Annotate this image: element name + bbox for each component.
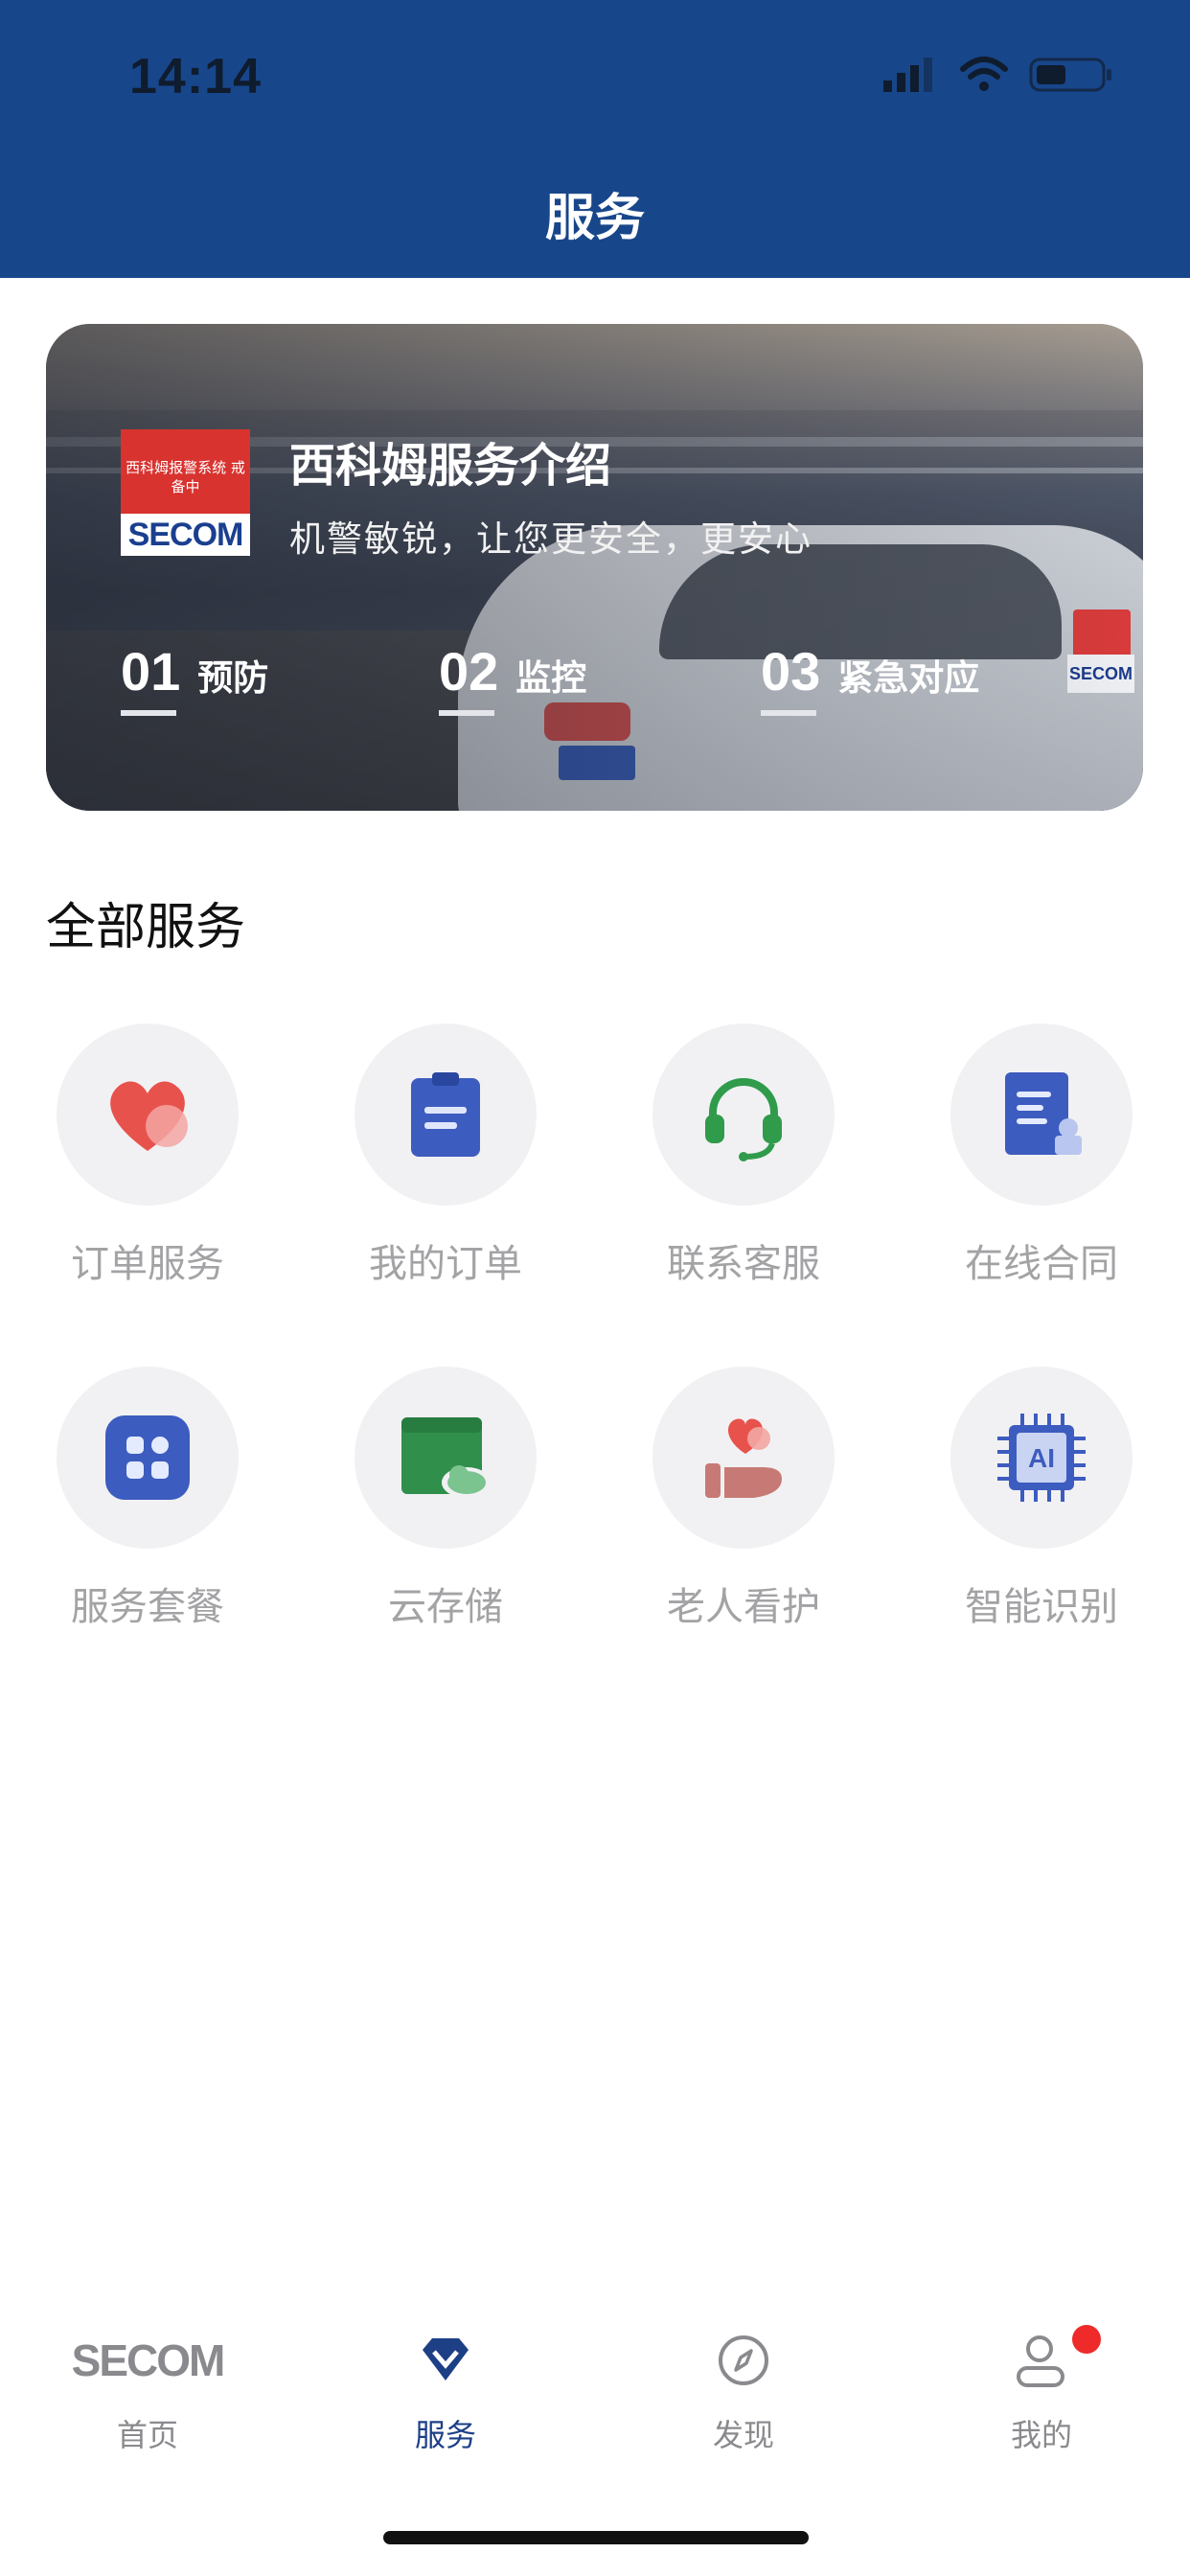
service-icon-circle	[57, 1024, 239, 1206]
banner-title: 西科姆服务介绍	[289, 439, 612, 493]
header-bar: 14:14 服务	[0, 0, 1190, 278]
tab-label: 我的	[1010, 2417, 1072, 2453]
service-intro-banner[interactable]: SECOM 西科姆报警系统 戒备中 SECOM 西科姆服务介绍 机警敏锐，让您更…	[46, 324, 1143, 811]
secom-logo: 西科姆报警系统 戒备中 SECOM	[121, 429, 250, 556]
banner-shade	[46, 324, 1143, 811]
contract-icon	[1005, 1072, 1082, 1155]
service-label: 我的订单	[369, 1242, 522, 1286]
tab-services[interactable]: 服务	[331, 2327, 561, 2455]
secom-logo-word: SECOM	[127, 517, 244, 553]
diamond-icon	[423, 2338, 469, 2380]
service-cloud-storage[interactable]: 云存储	[331, 1367, 561, 1631]
banner-step-3: 03 紧急对应	[761, 640, 980, 716]
heart-icon	[110, 1081, 188, 1151]
clipboard-icon	[411, 1072, 480, 1157]
step-number: 01	[121, 641, 181, 716]
service-online-contract[interactable]: 在线合同	[927, 1024, 1156, 1288]
tab-home-logo-text: SECOM	[71, 2335, 226, 2385]
status-icons	[881, 56, 1113, 94]
battery-icon	[1029, 58, 1111, 92]
service-label: 在线合同	[965, 1242, 1118, 1286]
service-packages[interactable]: 服务套餐	[33, 1367, 263, 1631]
secom-logo-caption: 西科姆报警系统 戒备中	[121, 429, 250, 514]
person-icon	[1017, 2335, 1064, 2387]
service-label: 订单服务	[71, 1242, 224, 1286]
notification-badge	[1072, 2325, 1101, 2354]
service-icon-circle	[652, 1367, 835, 1549]
step-label: 监控	[515, 657, 587, 699]
secom-logo-icon: SECOM	[33, 2327, 263, 2394]
service-elderly-care[interactable]: 老人看护	[629, 1367, 858, 1631]
status-time: 14:14	[129, 49, 262, 104]
step-label: 预防	[197, 657, 269, 699]
service-contact-support[interactable]: 联系客服	[629, 1024, 858, 1288]
home-indicator[interactable]	[383, 2531, 809, 2544]
step-label: 紧急对应	[837, 657, 980, 699]
hand-heart-icon	[705, 1418, 782, 1498]
service-icon-circle	[57, 1367, 239, 1549]
tab-discover[interactable]: 发现	[629, 2327, 858, 2455]
service-icon-circle	[355, 1024, 537, 1206]
service-label: 服务套餐	[71, 1585, 224, 1629]
tab-mine[interactable]: 我的	[927, 2325, 1156, 2455]
service-my-orders[interactable]: 我的订单	[331, 1024, 561, 1288]
section-title: 全部服务	[46, 899, 246, 956]
tab-label: 首页	[116, 2417, 178, 2453]
service-icon-circle	[652, 1024, 835, 1206]
svg-text:AI: AI	[1028, 1443, 1055, 1473]
service-icon-circle	[950, 1024, 1133, 1206]
step-number: 02	[439, 641, 499, 716]
bottom-tab-bar: SECOM 首页 服务 发现 我的	[0, 2325, 1190, 2461]
wifi-icon	[960, 57, 1008, 91]
tab-label: 发现	[712, 2417, 774, 2453]
banner-subtitle: 机警敏锐，让您更安全，更安心	[289, 518, 812, 560]
service-icon-circle: AI	[950, 1367, 1133, 1549]
service-label: 云存储	[388, 1585, 503, 1629]
grid-package-icon	[105, 1415, 190, 1500]
banner-step-2: 02 监控	[439, 640, 587, 716]
service-icon-circle	[355, 1367, 537, 1549]
ai-chip-icon: AI	[997, 1414, 1086, 1502]
service-label: 老人看护	[667, 1585, 820, 1629]
page-title: 服务	[544, 190, 645, 247]
tab-label: 服务	[414, 2417, 476, 2453]
step-number: 03	[761, 641, 821, 716]
service-label: 智能识别	[965, 1585, 1118, 1629]
signal-icon	[883, 58, 932, 92]
cloud-folder-icon	[401, 1417, 492, 1498]
banner-step-1: 01 预防	[121, 640, 269, 716]
headset-icon	[705, 1078, 782, 1162]
service-smart-recognition[interactable]: AI 智能识别	[927, 1367, 1156, 1631]
service-label: 联系客服	[667, 1242, 820, 1286]
service-order[interactable]: 订单服务	[33, 1024, 263, 1288]
compass-icon	[719, 2335, 768, 2385]
tab-home[interactable]: SECOM 首页	[33, 2327, 263, 2455]
